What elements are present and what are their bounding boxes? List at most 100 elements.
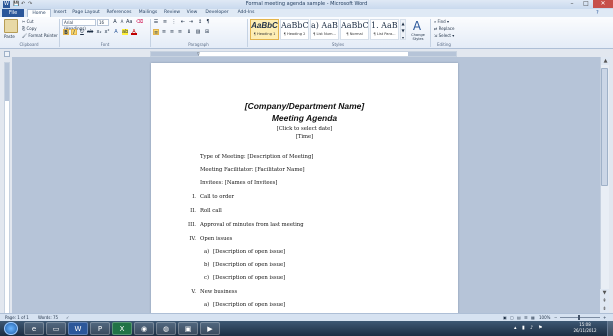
align-left-icon[interactable]: ≡	[153, 29, 159, 36]
print-layout-icon[interactable]: ▣	[503, 314, 507, 321]
open-issue-item[interactable]: [Description of open issue]	[213, 275, 285, 281]
bold-button[interactable]: B	[63, 29, 69, 36]
show-formatting-icon[interactable]: ¶	[205, 19, 211, 25]
invitees[interactable]: Invitees: [Names of Invitees]	[200, 180, 277, 186]
tab-insert[interactable]: Insert	[52, 9, 68, 17]
start-button[interactable]	[4, 322, 18, 335]
change-styles-icon[interactable]: A	[410, 19, 424, 33]
excel-taskbar-icon[interactable]: X	[112, 322, 132, 335]
word-taskbar-icon[interactable]: W	[68, 322, 88, 335]
scroll-up-icon[interactable]: ▲	[601, 57, 610, 65]
minimize-button[interactable]: –	[565, 0, 579, 8]
scrollbar-thumb[interactable]	[601, 68, 608, 186]
strikethrough-button[interactable]: ab	[87, 29, 93, 35]
agenda-item[interactable]: Open issues	[200, 236, 232, 242]
zoom-out-icon[interactable]: −	[554, 314, 557, 321]
scroll-down-icon[interactable]: ▼	[600, 289, 609, 297]
maximize-button[interactable]: □	[579, 0, 593, 8]
format-painter-button[interactable]: 🖌 Format Painter	[22, 33, 58, 38]
word-count[interactable]: Words: 75	[38, 314, 58, 321]
change-styles-button[interactable]: Change Styles	[408, 33, 428, 41]
agenda-item[interactable]: Roll call	[200, 208, 222, 214]
chrome-taskbar-icon[interactable]: ◉	[134, 322, 154, 335]
replace-button[interactable]: ⇄ Replace	[434, 26, 454, 31]
explorer-taskbar-icon[interactable]: ▭	[46, 322, 66, 335]
tab-home[interactable]: Home	[27, 9, 51, 17]
next-page-icon[interactable]: ⇟	[600, 305, 609, 313]
type-of-meeting[interactable]: Type of Meeting: [Description of Meeting…	[200, 154, 313, 160]
web-layout-icon[interactable]: ▤	[517, 314, 521, 321]
font-size-select[interactable]: 16	[97, 19, 109, 26]
shading-icon[interactable]: ▨	[195, 29, 201, 35]
open-issue-item[interactable]: [Description of open issue]	[213, 249, 285, 255]
clock-time[interactable]: 15:08	[566, 322, 604, 327]
proofing-icon[interactable]: ✓	[66, 314, 69, 321]
page-count[interactable]: Page: 1 of 1	[5, 314, 29, 321]
grow-font-icon[interactable]: A	[112, 19, 118, 25]
style-list-paragraph[interactable]: 1. AaBb( ¶ List Para...	[370, 19, 399, 40]
style-heading-1[interactable]: AaBbC ¶ Heading 1	[250, 19, 279, 40]
copy-button[interactable]: ⎘ Copy	[22, 26, 37, 31]
agenda-item[interactable]: New business	[200, 289, 237, 295]
tab-page-layout[interactable]: Page Layout	[70, 9, 102, 17]
align-right-icon[interactable]: ≡	[169, 29, 175, 35]
agenda-item[interactable]: Call to order	[200, 194, 234, 200]
time-field[interactable]: [Time]	[151, 134, 458, 140]
font-color-icon[interactable]: A	[131, 29, 137, 35]
styles-scroll-icon[interactable]: ▲ ▼ ▾	[400, 19, 406, 40]
network-icon[interactable]: ▮	[522, 325, 525, 331]
ie-taskbar-icon[interactable]: e	[24, 322, 44, 335]
line-spacing-icon[interactable]: ↨	[186, 29, 192, 35]
company-name[interactable]: [Company/Department Name]	[151, 101, 458, 111]
volume-icon[interactable]: ♪	[530, 325, 533, 331]
zoom-in-icon[interactable]: +	[603, 314, 606, 321]
tab-mailings[interactable]: Mailings	[136, 9, 160, 17]
tab-references[interactable]: References	[104, 9, 134, 17]
font-name-select[interactable]: Arial (Headings)	[62, 19, 96, 31]
full-screen-icon[interactable]: ▢	[510, 314, 514, 321]
agenda-heading[interactable]: Meeting Agenda	[151, 113, 458, 123]
close-button[interactable]: ✕	[593, 0, 613, 8]
highlight-icon[interactable]: ab	[122, 29, 128, 35]
multilevel-list-icon[interactable]: ⋮	[171, 19, 177, 25]
cut-button[interactable]: ✂ Cut	[22, 19, 34, 24]
increase-indent-icon[interactable]: ⇥	[188, 19, 194, 25]
shrink-font-icon[interactable]: A	[119, 19, 125, 25]
open-issue-item[interactable]: [Description of open issue]	[213, 262, 285, 268]
firefox-taskbar-icon[interactable]: ◍	[156, 322, 176, 335]
paste-button[interactable]: Paste	[4, 34, 15, 39]
vertical-ruler[interactable]	[4, 62, 10, 314]
change-case-icon[interactable]: Aa	[126, 19, 132, 25]
outline-icon[interactable]: ☰	[524, 314, 528, 321]
flag-icon[interactable]: ⚑	[538, 325, 542, 331]
tab-file[interactable]: File	[2, 9, 24, 17]
find-button[interactable]: ⌕ Find ▾	[434, 19, 449, 24]
document-page[interactable]: [Company/Department Name] Meeting Agenda…	[151, 63, 458, 323]
clear-formatting-icon[interactable]: ⌫	[136, 19, 143, 25]
new-business-item[interactable]: [Description of open issue]	[213, 302, 285, 308]
app-taskbar-icon[interactable]: ▣	[178, 322, 198, 335]
indent-marker-icon[interactable]: ▽	[197, 52, 200, 56]
media-player-taskbar-icon[interactable]: ▶	[200, 322, 220, 335]
style-list-number[interactable]: a) AaBb( ¶ List Num...	[310, 19, 339, 40]
tab-review[interactable]: Review	[162, 9, 182, 17]
tab-developer[interactable]: Developer	[202, 9, 232, 17]
previous-page-icon[interactable]: ⇞	[600, 297, 609, 305]
help-icon[interactable]: ?	[596, 10, 599, 16]
tab-add-ins[interactable]: Add-Ins	[234, 9, 258, 17]
zoom-slider-thumb[interactable]	[578, 315, 580, 320]
date-field[interactable]: [Click to select date]	[151, 126, 458, 132]
numbering-icon[interactable]: ≡	[162, 19, 168, 25]
italic-button[interactable]: I	[71, 29, 77, 36]
tray-arrow-icon[interactable]: ▴	[514, 325, 517, 331]
show-desktop-button[interactable]	[607, 321, 613, 336]
agenda-item[interactable]: Approval of minutes from last meeting	[200, 222, 304, 228]
align-center-icon[interactable]: ≡	[161, 29, 167, 35]
zoom-slider[interactable]	[560, 317, 600, 318]
select-button[interactable]: ⇲ Select ▾	[434, 33, 454, 38]
meeting-facilitator[interactable]: Meeting Facilitator: [Facilitator Name]	[200, 167, 305, 173]
draft-icon[interactable]: ▦	[531, 314, 535, 321]
style-normal[interactable]: AaBbCcI ¶ Normal	[340, 19, 369, 40]
borders-icon[interactable]: ⊞	[204, 29, 210, 35]
decrease-indent-icon[interactable]: ⇤	[180, 19, 186, 25]
